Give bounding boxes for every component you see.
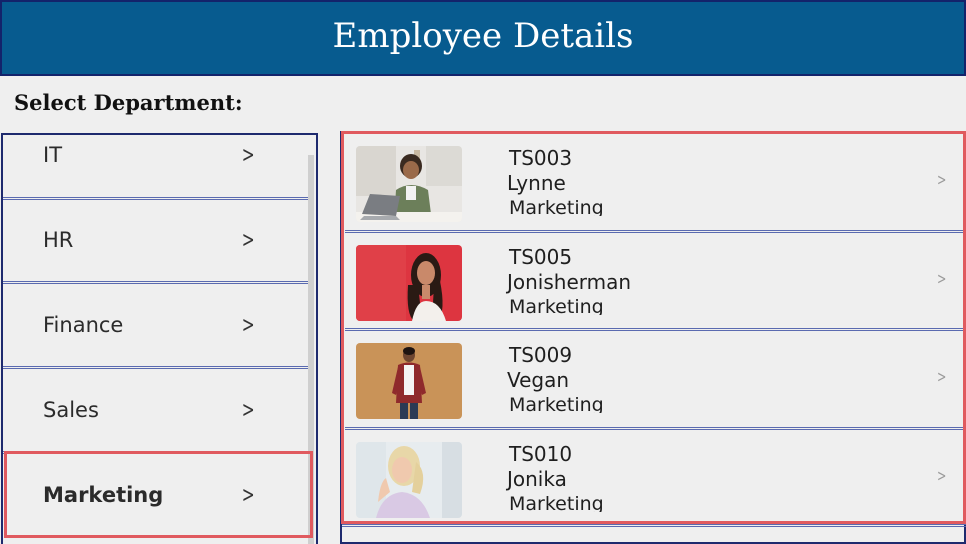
chevron-right-icon: > (937, 466, 947, 485)
chevron-right-icon: > (937, 367, 947, 386)
select-department-label: Select Department: (14, 90, 243, 115)
employee-row[interactable]: TS010 Jonika Marketing > (345, 430, 964, 526)
department-label: Marketing (43, 483, 164, 507)
employee-department: Marketing (509, 394, 604, 413)
department-item-sales[interactable]: Sales > (3, 368, 310, 452)
department-label: IT (43, 143, 63, 167)
employee-department: Marketing (509, 493, 604, 512)
employee-row[interactable]: TS009 Vegan Marketing > (345, 331, 964, 427)
chevron-right-icon: > (241, 397, 255, 423)
employee-id: TS003 (509, 146, 573, 170)
employee-info: TS003 Lynne Marketing (507, 146, 604, 216)
scrollbar[interactable] (308, 155, 314, 544)
employee-id: TS009 (509, 343, 573, 367)
app-header: Employee Details (0, 0, 966, 76)
chevron-right-icon: > (241, 482, 255, 508)
employee-name: Jonika (507, 467, 567, 491)
employee-info: TS009 Vegan Marketing (507, 343, 604, 413)
department-label: Finance (43, 313, 124, 337)
department-item-hr[interactable]: HR > (3, 198, 310, 282)
employee-id: TS010 (509, 442, 573, 466)
employee-row[interactable]: TS003 Lynne Marketing > (345, 134, 964, 230)
woman-smiling-photo (356, 442, 462, 518)
separator (342, 524, 966, 527)
chevron-right-icon: > (241, 142, 255, 168)
employee-info: TS005 Jonisherman Marketing (507, 245, 632, 315)
department-item-marketing[interactable]: Marketing > (3, 453, 310, 537)
page-title: Employee Details (332, 16, 634, 56)
employee-name: Vegan (507, 368, 570, 392)
man-with-laptop-photo (356, 146, 462, 222)
employee-name: Lynne (507, 171, 566, 195)
employee-gallery: TS003 Lynne Marketing > TS005 Jonisherma… (340, 131, 966, 544)
department-item-it[interactable]: IT > (3, 135, 310, 197)
department-label: HR (43, 228, 74, 252)
department-label: Sales (43, 398, 99, 422)
woman-red-background-photo (356, 245, 462, 321)
chevron-right-icon: > (937, 269, 947, 288)
employee-department: Marketing (509, 296, 604, 315)
chevron-right-icon: > (937, 170, 947, 189)
employee-department: Marketing (509, 197, 604, 216)
employee-name: Jonisherman (507, 270, 632, 294)
man-plaid-shirt-photo (356, 343, 462, 419)
chevron-right-icon: > (241, 312, 255, 338)
employee-info: TS010 Jonika Marketing (507, 442, 604, 512)
employee-id: TS005 (509, 245, 573, 269)
employee-row[interactable]: TS005 Jonisherman Marketing > (345, 233, 964, 329)
department-gallery: IT > HR > Finance > Sales > Marketing > (1, 133, 318, 544)
chevron-right-icon: > (241, 227, 255, 253)
department-item-finance[interactable]: Finance > (3, 283, 310, 367)
